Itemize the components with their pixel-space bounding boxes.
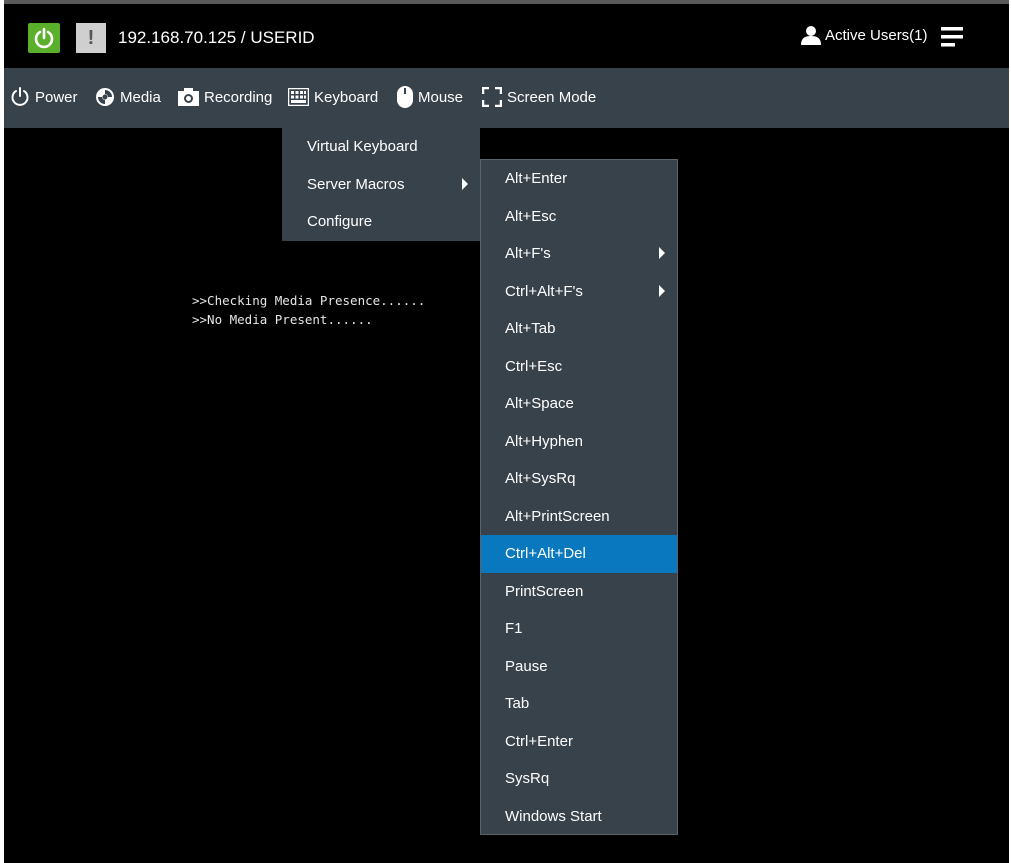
keyboard-icon [288,88,309,106]
macro-label: F1 [505,620,523,637]
macro-label: Alt+F's [505,245,551,262]
macro-label: Ctrl+Alt+Del [505,545,586,562]
menu-item-label: Configure [307,213,373,230]
power-icon [34,27,54,49]
macro-item[interactable]: Tab [481,685,677,723]
macro-item[interactable]: Windows Start [481,798,677,836]
macro-label: Ctrl+Alt+F's [505,282,583,300]
nav-screen-mode[interactable]: Screen Mode [482,85,596,109]
host-label: 192.168.70.125 / USERID [118,28,315,47]
macro-item[interactable]: Alt+Hyphen [481,423,677,461]
macro-item[interactable]: PrintScreen [481,573,677,611]
remote-console-window: ! 192.168.70.125 / USERID Active Users(1… [4,0,1009,863]
nav-media-label: Media [120,88,161,106]
fullscreen-icon [482,87,502,107]
menu-button[interactable] [941,25,965,54]
macro-label: SysRq [505,770,550,787]
mouse-icon [397,86,413,108]
macro-label: Tab [505,695,530,712]
macro-item[interactable]: Alt+Esc [481,198,677,236]
nav-power[interactable]: Power [10,85,78,109]
power-status-button[interactable] [28,23,60,53]
macro-label: Alt+Enter [505,170,568,187]
macro-item-highlighted[interactable]: Ctrl+Alt+Del [481,535,677,573]
nav-mouse[interactable]: Mouse [397,85,463,109]
macro-label: Windows Start [505,807,602,825]
macro-item[interactable]: Alt+SysRq [481,460,677,498]
macro-label: Alt+Space [505,395,574,412]
warning-icon: ! [87,27,95,49]
macro-item[interactable]: Alt+Space [481,385,677,423]
macro-label: Ctrl+Enter [505,732,573,750]
nav-recording[interactable]: Recording [178,85,272,109]
console-output: >>Checking Media Presence...... >>No Medi… [192,291,425,329]
menu-item-label: Virtual Keyboard [307,138,418,155]
macro-item-submenu[interactable]: Ctrl+Alt+F's [481,273,677,311]
nav-mouse-label: Mouse [418,88,464,106]
camera-icon [178,88,199,106]
macro-item[interactable]: Alt+Tab [481,310,677,348]
macro-label: Ctrl+Esc [505,357,563,375]
nav-screen-mode-label: Screen Mode [507,88,597,106]
nav-media[interactable]: Media [95,85,161,109]
keyboard-dropdown: Virtual Keyboard Server Macros Configure [282,128,480,241]
chevron-right-icon [462,178,468,190]
hamburger-icon [941,27,963,47]
nav-keyboard-label: Keyboard [314,88,379,106]
macro-item[interactable]: Ctrl+Esc [481,348,677,386]
macro-item[interactable]: Alt+Enter [481,160,677,198]
menu-item-server-macros[interactable]: Server Macros [282,166,480,203]
menu-item-label: Server Macros [307,176,405,193]
nav-bar: Power Media Recording Keyboard Mouse Scr… [4,68,1009,128]
chevron-right-icon [659,284,665,297]
console-line: >>Checking Media Presence...... [192,293,426,308]
macro-item[interactable]: F1 [481,610,677,648]
macro-label: Alt+SysRq [505,470,576,487]
user-icon [801,26,821,45]
warning-button[interactable]: ! [76,23,106,53]
macro-label: PrintScreen [505,582,584,600]
macro-item[interactable]: Pause [481,648,677,686]
media-disc-icon [96,88,114,106]
macro-label: Alt+Hyphen [505,432,583,450]
active-users-button[interactable]: Active Users(1) [801,25,928,45]
top-bar: ! 192.168.70.125 / USERID Active Users(1… [4,8,1009,68]
menu-item-configure[interactable]: Configure [282,203,480,240]
nav-power-label: Power [35,88,78,106]
menu-item-virtual-keyboard[interactable]: Virtual Keyboard [282,128,480,165]
macro-item-submenu[interactable]: Alt+F's [481,235,677,273]
macro-label: Pause [505,657,548,675]
nav-recording-label: Recording [204,88,273,106]
macro-item[interactable]: Alt+PrintScreen [481,498,677,536]
active-users-label: Active Users(1) [825,26,928,44]
chevron-right-icon [659,247,665,259]
macro-label: Alt+PrintScreen [505,507,610,525]
server-macros-submenu: Alt+Enter Alt+Esc Alt+F's Ctrl+Alt+F's A… [480,159,678,835]
nav-keyboard[interactable]: Keyboard [288,85,378,109]
console-line: >>No Media Present...... [192,312,373,327]
macro-item[interactable]: Ctrl+Enter [481,723,677,761]
macro-label: Alt+Esc [505,207,557,225]
power-icon [11,87,29,106]
macro-item[interactable]: SysRq [481,760,677,798]
macro-label: Alt+Tab [505,320,556,337]
